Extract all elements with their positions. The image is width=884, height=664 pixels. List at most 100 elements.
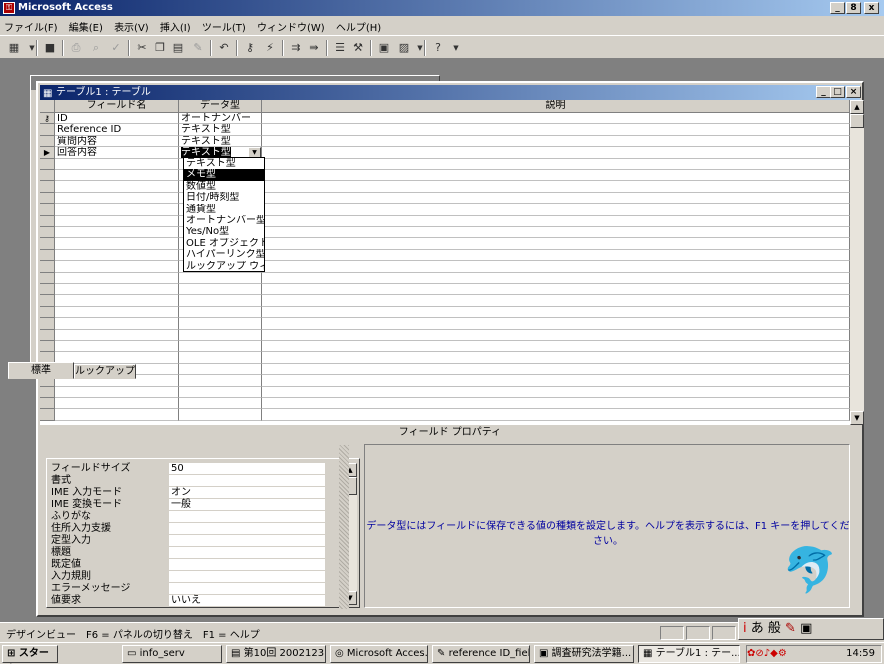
design-grid[interactable]: フィールド名 データ型 説明 ⚷ ID オートナンバー Reference ID テキス… [40, 100, 850, 425]
data-type-cell[interactable] [179, 352, 262, 364]
description-cell[interactable] [262, 238, 850, 250]
field-name-cell[interactable]: 回答内容 [55, 147, 179, 159]
field-name-cell[interactable]: 質問内容 [55, 135, 179, 148]
description-cell[interactable] [262, 352, 850, 364]
field-name-cell[interactable]: ID [55, 113, 179, 125]
help-icon[interactable]: ? [430, 40, 446, 56]
spelling-icon[interactable]: ✓ [108, 40, 124, 56]
field-name-cell[interactable]: Reference ID [55, 124, 179, 136]
taskbar-button[interactable]: ▤ 第10回 2002123... [226, 645, 326, 663]
field-name-cell[interactable] [55, 341, 179, 353]
grid-scrollbar[interactable]: ▲ ▼ [850, 100, 864, 425]
taskbar-button[interactable]: ▣ 調査研究法学籍... [534, 645, 634, 663]
dropdown-option[interactable]: ハイパーリンク型 [184, 249, 264, 260]
taskbar-button[interactable]: ✎ reference ID_fiel... [432, 645, 530, 663]
data-type-dropdown-list[interactable]: テキスト型 メモ型 数値型 日付/時刻型 通貨型 オートナンバー型 Yes/No型 OLE オ… [183, 157, 265, 272]
table-window-titlebar[interactable]: ▦ テーブル1 : テーブル _ □ × [40, 85, 861, 100]
field-name-cell[interactable] [55, 158, 179, 170]
scroll-up-icon[interactable]: ▲ [850, 100, 864, 114]
chevron-down-icon[interactable]: ▼ [448, 40, 464, 56]
description-cell[interactable] [262, 113, 850, 125]
access-key-icon[interactable]: ⚿ [3, 2, 15, 14]
row-selector[interactable] [40, 341, 55, 353]
data-type-cell[interactable]: オートナンバー [179, 113, 262, 125]
insert-row-icon[interactable]: ⇉ [288, 40, 304, 56]
primary-key-icon[interactable]: ⚷ [242, 40, 258, 56]
property-value[interactable]: いいえ [169, 595, 325, 607]
data-type-cell[interactable] [179, 363, 262, 376]
data-type-cell[interactable] [179, 329, 262, 341]
row-selector[interactable] [40, 124, 55, 136]
data-type-cell[interactable]: テキスト型 [179, 135, 262, 148]
description-cell[interactable] [262, 204, 850, 216]
field-name-cell[interactable] [55, 284, 179, 296]
cut-icon[interactable]: ✂ [134, 40, 150, 56]
field-name-cell[interactable] [55, 329, 179, 341]
description-cell[interactable] [262, 329, 850, 341]
row-selector[interactable] [40, 204, 55, 216]
dropdown-option[interactable]: 数値型 [184, 181, 264, 192]
row-selector[interactable] [40, 215, 55, 227]
row-selector[interactable] [40, 295, 55, 307]
field-name-cell[interactable] [55, 181, 179, 193]
data-type-cell[interactable] [179, 386, 262, 398]
tray-icons[interactable]: ✿⊘♪◆⚙ [747, 648, 787, 659]
description-cell[interactable] [262, 249, 850, 262]
taskbar-button[interactable]: ▦ テーブル1 : テー... [638, 645, 740, 663]
property-value[interactable] [169, 571, 325, 583]
field-name-cell[interactable] [55, 409, 179, 421]
property-value[interactable] [169, 475, 325, 487]
menu-insert[interactable]: 挿入(I) [156, 16, 195, 37]
row-selector[interactable] [40, 192, 55, 205]
data-type-cell[interactable] [179, 318, 262, 330]
field-name-cell[interactable] [55, 261, 179, 273]
office-assistant-dolphin-icon[interactable]: 🐬 [775, 541, 845, 601]
description-cell[interactable] [262, 124, 850, 136]
menu-tools[interactable]: ツール(T) [198, 16, 250, 37]
properties-icon[interactable]: ☰ [332, 40, 348, 56]
current-row-arrow-icon[interactable]: ▶ [40, 147, 55, 159]
row-selector[interactable] [40, 398, 55, 410]
description-cell[interactable] [262, 272, 850, 284]
field-name-cell[interactable] [55, 398, 179, 410]
description-cell[interactable] [262, 306, 850, 319]
menu-help[interactable]: ヘルプ(H) [332, 16, 385, 37]
menu-window[interactable]: ウィンドウ(W) [253, 16, 329, 37]
print-preview-icon[interactable]: ⌕ [88, 40, 104, 56]
description-cell[interactable] [262, 135, 850, 148]
data-type-cell[interactable] [179, 341, 262, 353]
table-close-button[interactable]: × [846, 86, 861, 98]
table-maximize-button[interactable]: □ [830, 86, 845, 98]
description-cell[interactable] [262, 215, 850, 227]
data-type-cell[interactable]: テキスト型 [179, 124, 262, 136]
dropdown-option[interactable]: ルックアップ ウィザード [184, 261, 264, 272]
property-value[interactable]: 50 [169, 463, 325, 475]
field-name-cell[interactable] [55, 227, 179, 239]
minimize-button[interactable]: _ [830, 2, 845, 14]
print-icon[interactable]: ⎙ [68, 40, 84, 56]
field-name-cell[interactable] [55, 238, 179, 250]
field-name-cell[interactable] [55, 192, 179, 205]
property-value[interactable]: オン [169, 487, 325, 499]
description-cell[interactable] [262, 398, 850, 410]
description-cell[interactable] [262, 295, 850, 307]
menu-edit[interactable]: 編集(E) [65, 16, 107, 37]
data-type-cell[interactable] [179, 398, 262, 410]
tab-lookup[interactable]: ルックアップ [74, 364, 136, 379]
save-icon[interactable]: ■ [42, 40, 58, 56]
row-selector[interactable] [40, 272, 55, 284]
description-cell[interactable] [262, 409, 850, 421]
menu-file[interactable]: ファイル(F) [0, 16, 62, 37]
scroll-thumb[interactable] [850, 114, 864, 128]
copy-icon[interactable]: ❐ [152, 40, 168, 56]
row-selector[interactable] [40, 158, 55, 170]
dropdown-option[interactable]: OLE オブジェクト型 [184, 238, 264, 249]
property-value[interactable] [169, 583, 325, 595]
field-name-cell[interactable] [55, 204, 179, 216]
data-type-cell[interactable] [179, 375, 262, 387]
row-selector[interactable] [40, 409, 55, 421]
restore-button[interactable]: 8 [846, 2, 861, 14]
field-name-cell[interactable] [55, 272, 179, 284]
dropdown-option[interactable]: 通貨型 [184, 204, 264, 215]
row-selector[interactable] [40, 135, 55, 148]
